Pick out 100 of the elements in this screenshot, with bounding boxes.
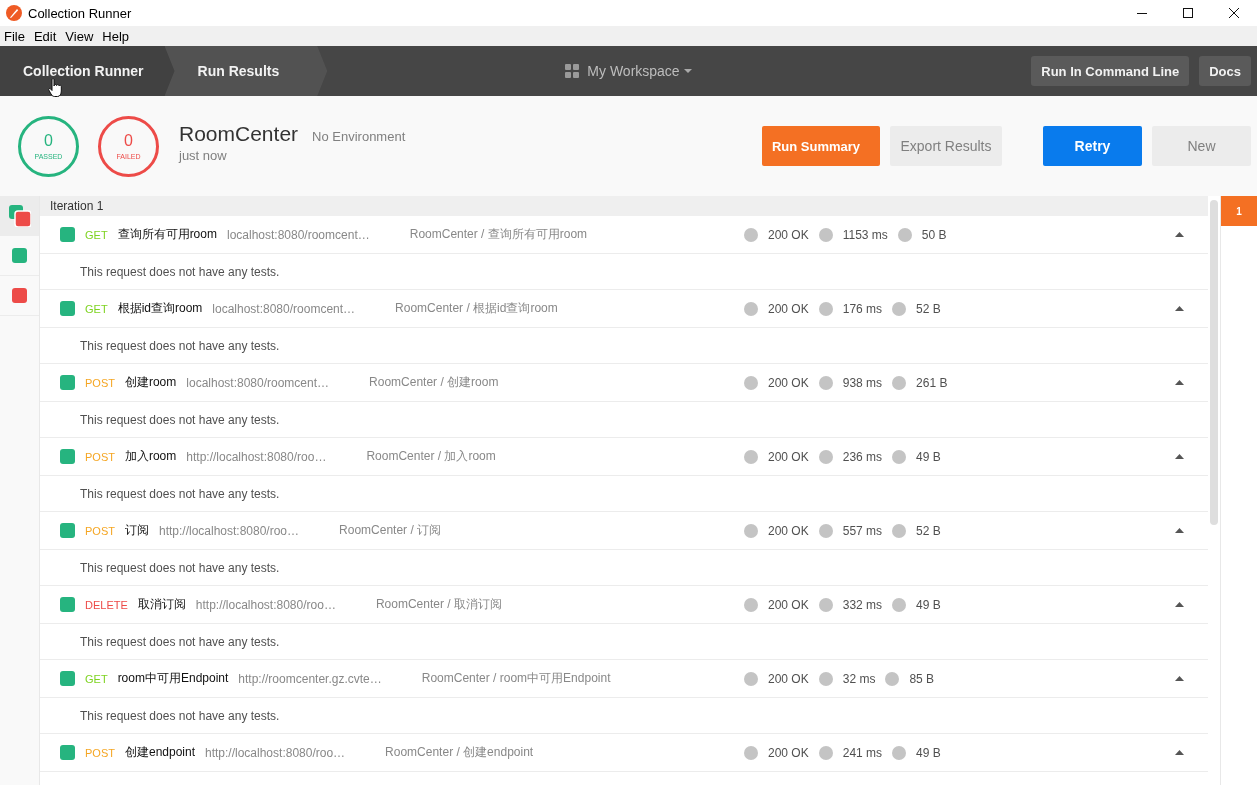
request-path: RoomCenter / 创建room (369, 374, 499, 391)
menu-item[interactable]: Edit (29, 26, 62, 46)
dot-icon (744, 523, 758, 538)
dot-icon (892, 301, 907, 316)
dot-icon (744, 745, 758, 760)
response-time: 1153 ms (842, 227, 888, 242)
caret-up-icon[interactable] (1175, 602, 1184, 607)
request-path: RoomCenter / 查询所有可用room (409, 226, 588, 243)
method-label: DELETE (85, 598, 128, 611)
dot-icon (744, 301, 758, 316)
response-time: 938 ms (842, 375, 883, 390)
dot-icon (744, 671, 758, 686)
maximize-icon (1183, 8, 1193, 18)
caret-up-icon[interactable] (1175, 454, 1184, 459)
dot-icon (818, 671, 833, 686)
request-url: http://roomcenter.gz.cvte… (238, 671, 382, 686)
breadcrumb-tab[interactable]: Collection Runner (0, 46, 175, 96)
caret-up-icon[interactable] (1175, 750, 1184, 755)
dot-icon (818, 597, 833, 612)
caret-down-icon (683, 69, 692, 73)
request-name: 取消订阅 (137, 596, 186, 613)
response-time: 32 ms (842, 671, 876, 686)
status-code: 200 OK (768, 375, 809, 390)
dot-icon (744, 227, 758, 242)
test-note: This request does not have any tests. (80, 412, 280, 427)
test-note: This request does not have any tests. (80, 708, 280, 723)
request-url: localhost:8080/roomcent… (212, 301, 356, 316)
status-code: 200 OK (768, 449, 809, 464)
square-icon (12, 248, 27, 263)
request-name: 创建room (124, 374, 177, 391)
environment-label: No Environment (312, 128, 406, 144)
response-size: 85 B (909, 671, 935, 686)
request-name: 加入room (124, 448, 177, 465)
method-label: POST (85, 376, 115, 389)
response-size: 50 B (921, 227, 947, 242)
request-path: RoomCenter / 创建endpoint (385, 744, 534, 761)
caret-up-icon[interactable] (1175, 676, 1184, 681)
test-note: This request does not have any tests. (80, 338, 280, 353)
collection-name: RoomCenter (179, 121, 299, 146)
request-name: 订阅 (124, 522, 149, 539)
action-button[interactable]: Retry (1043, 126, 1142, 166)
response-time: 332 ms (842, 597, 883, 612)
dot-icon (892, 523, 907, 538)
status-code: 200 OK (768, 671, 809, 686)
menu-item[interactable]: Help (98, 26, 135, 46)
test-note: This request does not have any tests. (80, 634, 280, 649)
dot-icon (885, 671, 900, 686)
method-label: GET (85, 228, 108, 241)
run-time: just now (179, 147, 228, 163)
dot-icon (892, 375, 907, 390)
request-name: 根据id查询room (117, 300, 203, 317)
dot-icon (892, 597, 907, 612)
square-icon (12, 288, 27, 303)
dot-icon (818, 523, 833, 538)
dot-icon (897, 227, 912, 242)
dot-icon (744, 597, 758, 612)
dot-icon (818, 227, 833, 242)
request-name: room中可用Endpoint (117, 670, 229, 687)
grid-icon (565, 64, 580, 78)
test-note: This request does not have any tests. (80, 486, 280, 501)
response-size: 261 B (916, 375, 948, 390)
status-code: 200 OK (768, 597, 809, 612)
request-url: http://localhost:8080/roo… (186, 449, 327, 464)
caret-up-icon[interactable] (1175, 528, 1184, 533)
menu-item[interactable]: View (61, 26, 99, 46)
method-label: GET (85, 302, 108, 315)
response-time: 557 ms (842, 523, 883, 538)
request-url: http://localhost:8080/roo… (205, 745, 346, 760)
filter-tab[interactable] (0, 196, 39, 236)
request-url: localhost:8080/roomcent… (226, 227, 370, 242)
workspace-dropdown[interactable]: My Workspace (565, 59, 692, 83)
request-path: RoomCenter / 根据id查询room (395, 300, 558, 317)
request-path: RoomCenter / 取消订阅 (375, 596, 502, 613)
caret-up-icon[interactable] (1175, 306, 1184, 311)
response-time: 236 ms (842, 449, 883, 464)
dot-icon (818, 375, 833, 390)
header-button[interactable]: Docs (1199, 56, 1251, 86)
menu-item[interactable]: File (0, 26, 30, 46)
overlapping-squares-icon (8, 204, 31, 227)
header-button[interactable]: Run In Command Line (1031, 56, 1190, 86)
request-url: localhost:8080/roomcent… (186, 375, 330, 390)
breadcrumb-tab[interactable]: Run Results (164, 46, 328, 96)
request-path: RoomCenter / 加入room (366, 448, 496, 465)
caret-up-icon[interactable] (1175, 380, 1184, 385)
action-button[interactable]: New (1152, 126, 1251, 166)
response-time: 241 ms (842, 745, 883, 760)
iteration-header: Iteration 1 (40, 196, 1208, 216)
action-button[interactable]: Export Results (890, 126, 1002, 166)
response-size: 52 B (916, 301, 941, 316)
caret-up-icon[interactable] (1175, 232, 1184, 237)
status-code: 200 OK (768, 745, 809, 760)
scrollbar-thumb[interactable] (1210, 200, 1218, 525)
dot-icon (744, 375, 758, 390)
close-icon (1229, 8, 1239, 18)
status-code: 200 OK (768, 523, 809, 538)
dot-icon (892, 745, 907, 760)
dot-icon (818, 301, 833, 316)
test-note: This request does not have any tests. (80, 560, 280, 575)
test-note: This request does not have any tests. (80, 264, 280, 279)
method-label: POST (85, 450, 115, 463)
